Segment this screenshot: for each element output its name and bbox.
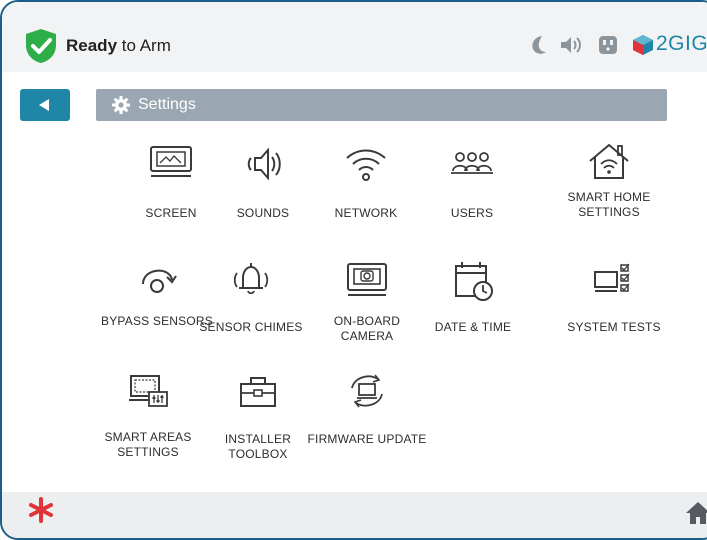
arm-status-suffix: to Arm xyxy=(117,36,171,55)
asterisk-emergency-icon[interactable] xyxy=(28,497,54,523)
shield-check-icon xyxy=(26,29,56,63)
back-button[interactable] xyxy=(20,89,70,121)
wifi-icon xyxy=(346,149,386,181)
tile-label: DATE & TIME xyxy=(434,320,512,334)
tile-firmware-update[interactable]: FIRMWARE UPDATE xyxy=(307,370,427,480)
moon-icon[interactable] xyxy=(528,34,548,56)
tile-on-board-camera[interactable]: ON-BOARD CAMERA xyxy=(307,258,427,368)
tile-label: USERS xyxy=(450,206,494,220)
power-outlet-icon[interactable] xyxy=(598,35,618,55)
users-icon xyxy=(451,152,493,174)
tile-label: ON-BOARD CAMERA xyxy=(333,314,401,343)
footer-bar xyxy=(2,492,707,538)
tile-label: FIRMWARE UPDATE xyxy=(307,432,427,446)
firmware-update-icon xyxy=(351,374,383,408)
tile-label: SMART HOME SETTINGS xyxy=(567,190,651,219)
tile-network[interactable]: NETWORK xyxy=(306,144,426,254)
bell-icon xyxy=(233,263,269,295)
brand-cube-icon xyxy=(633,35,653,55)
tile-smart-areas-settings[interactable]: SMART AREAS SETTINGS xyxy=(88,370,208,480)
bypass-icon xyxy=(142,269,177,293)
tile-smart-home-settings[interactable]: SMART HOME SETTINGS xyxy=(549,140,669,250)
gear-icon xyxy=(112,96,130,114)
tile-date-time[interactable]: DATE & TIME xyxy=(413,258,533,368)
toolbox-icon xyxy=(240,377,276,407)
tile-label: INSTALLER TOOLBOX xyxy=(224,432,292,461)
tile-label: NETWORK xyxy=(334,206,398,220)
tile-label: SYSTEM TESTS xyxy=(567,320,661,334)
speaker-icon xyxy=(247,147,281,181)
settings-header: Settings xyxy=(96,89,667,121)
screen-icon xyxy=(150,146,192,177)
camera-icon xyxy=(347,263,387,296)
tile-system-tests[interactable]: SYSTEM TESTS xyxy=(554,258,674,368)
page-title: Settings xyxy=(138,96,196,113)
checklist-icon xyxy=(594,263,630,292)
tile-users[interactable]: USERS xyxy=(412,144,532,254)
tile-label: SENSOR CHIMES xyxy=(199,320,303,334)
tile-label: SMART AREAS SETTINGS xyxy=(104,430,192,459)
calendar-clock-icon xyxy=(455,262,493,301)
smart-areas-icon xyxy=(129,375,168,407)
arm-status[interactable]: Ready to Arm xyxy=(66,36,171,56)
home-icon[interactable] xyxy=(685,500,707,524)
back-arrow-icon xyxy=(39,99,49,111)
brand-logo-text: 2GIG xyxy=(656,32,707,55)
tile-label: SOUNDS xyxy=(236,206,290,220)
panel-screen: Ready to Arm 2GIG Settings SCREEN SOUNDS… xyxy=(0,0,707,540)
tile-installer-toolbox[interactable]: INSTALLER TOOLBOX xyxy=(198,370,318,480)
arm-status-ready: Ready xyxy=(66,36,118,55)
tile-sensor-chimes[interactable]: SENSOR CHIMES xyxy=(191,258,311,368)
smart-home-icon xyxy=(589,143,629,179)
volume-icon[interactable] xyxy=(559,35,583,55)
tile-sounds[interactable]: SOUNDS xyxy=(203,144,323,254)
